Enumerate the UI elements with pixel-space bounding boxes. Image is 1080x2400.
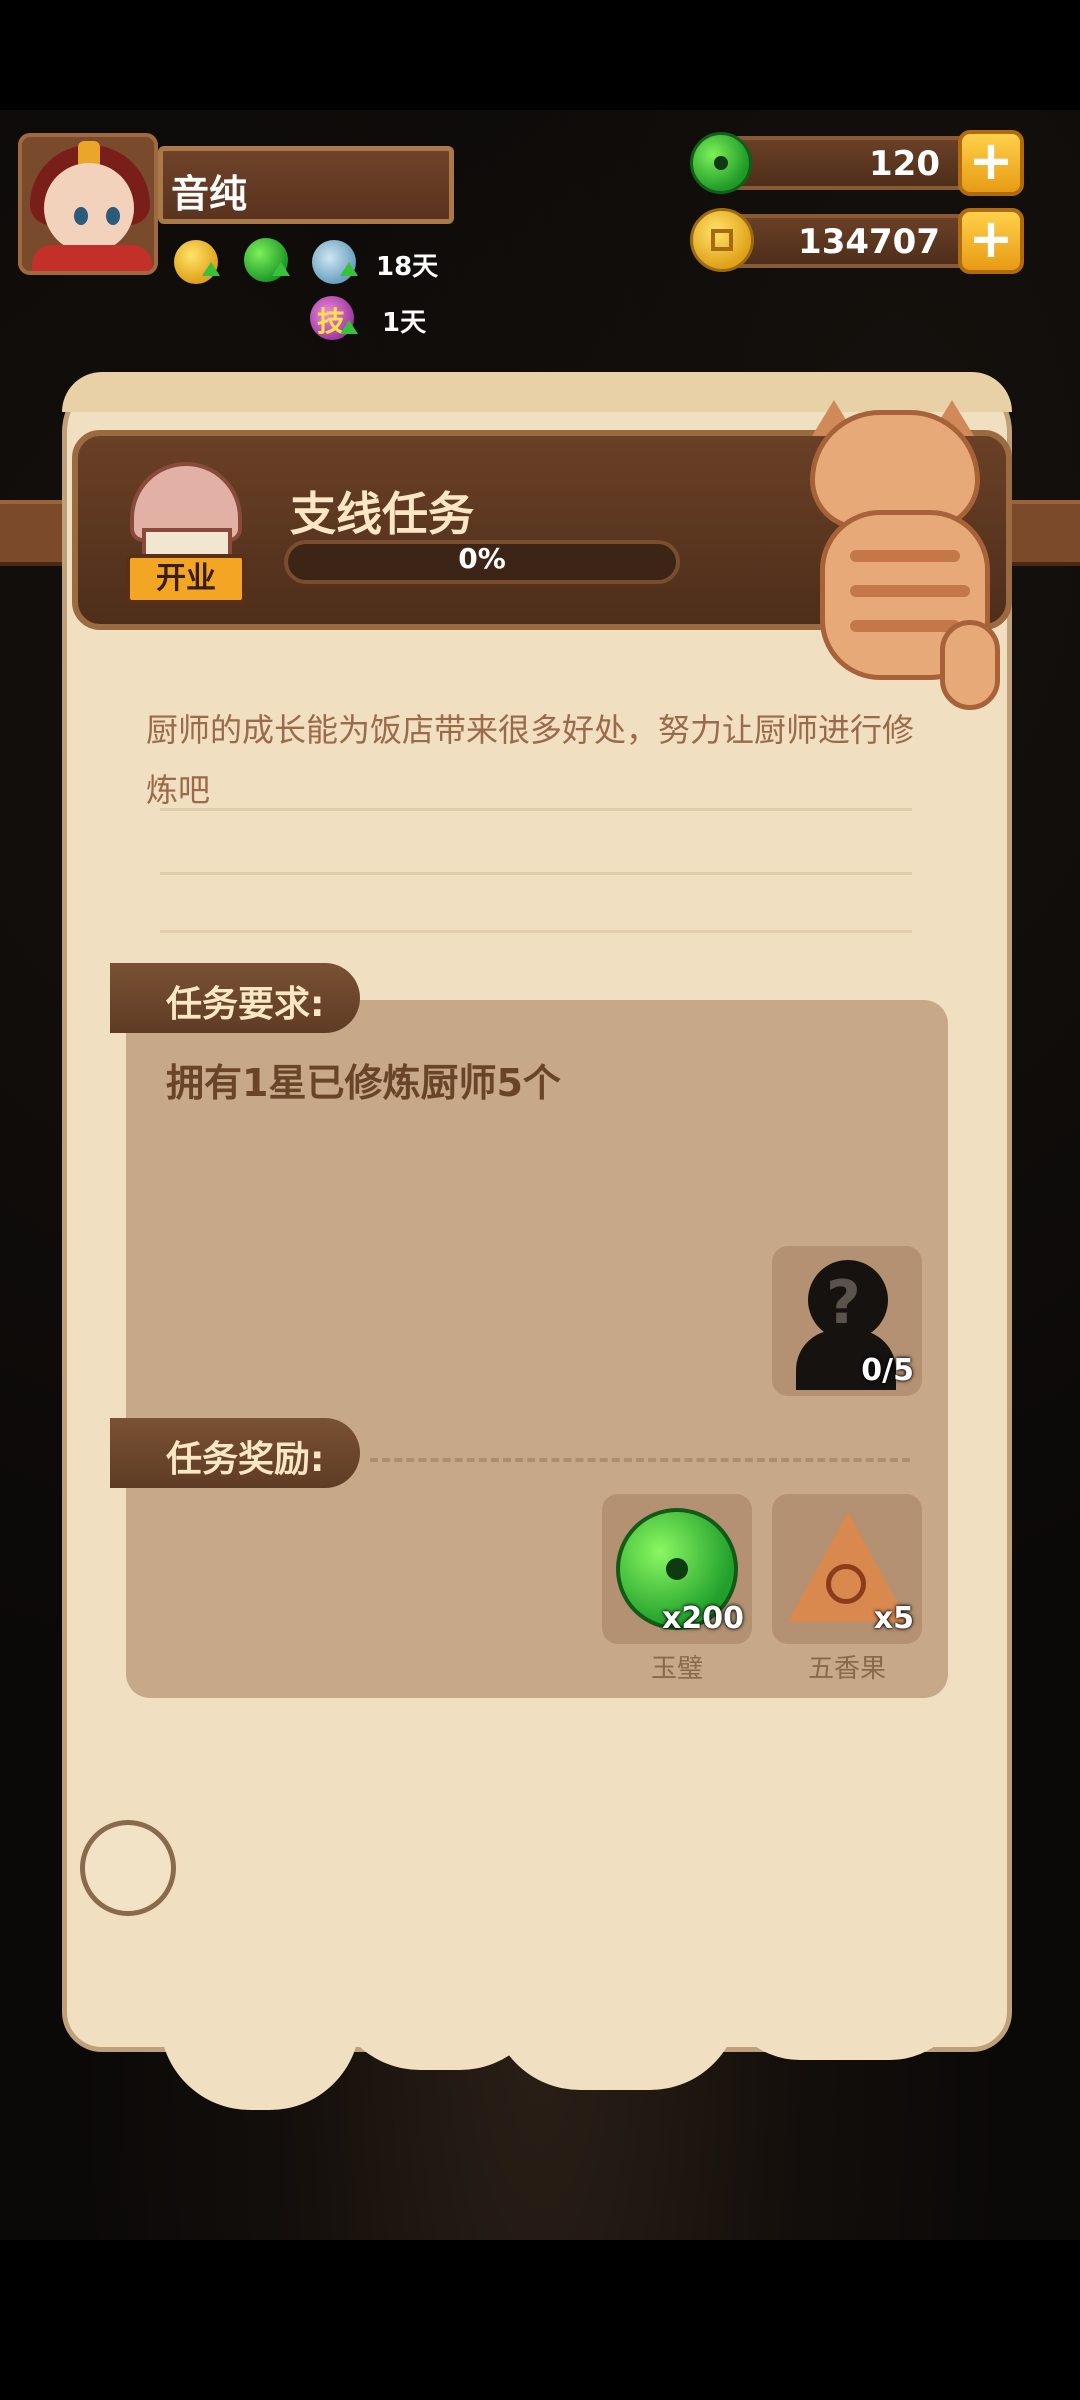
jade-amount: 120 [869,144,940,184]
restaurant-shop-icon: 开业 [118,458,258,608]
player-avatar[interactable] [18,133,158,275]
notebook-line [160,872,912,875]
reward-section-tab: 任务奖励: [110,1418,360,1488]
requirement-heading: 任务要求: [166,984,325,1025]
cat-mascot [790,400,1020,710]
reward-heading: 任务奖励: [166,1439,325,1480]
cat-tail [940,620,1000,710]
jade-icon [690,132,752,194]
add-gold-button[interactable]: + [958,208,1024,274]
game-screen: 音纯 18天 技 1天 120 + 134707 + 开业 支线任务 0% 厨师… [0,0,1080,2400]
task-description: 厨师的成长能为饭店带来很多好处，努力让厨师进行修炼吧 [146,711,915,809]
reward-name: 玉璧 [650,1654,703,1684]
required-chef-count: 0/5 [861,1353,914,1388]
add-jade-button[interactable]: + [958,130,1024,196]
task-progress-text: 0% [458,542,506,575]
avatar-face [44,163,134,253]
avatar-eye [74,207,88,225]
buff-up-arrow-icon [272,262,290,276]
player-name-plate: 音纯 [158,146,454,224]
requirement-section-tab: 任务要求: [110,963,360,1033]
gold-amount: 134707 [798,222,940,262]
skill-buff-duration: 1天 [382,308,427,338]
cat-stripe [850,550,960,562]
notebook-line [160,930,912,933]
cat-stripe [850,620,960,632]
avatar-eye [106,207,120,225]
avatar-robe [32,245,152,271]
reward-slot-jade[interactable]: x200 [602,1494,752,1644]
reward-slot-five-spice-fruit[interactable]: x5 [772,1494,922,1644]
buff-up-arrow-icon [340,320,358,334]
reward-count: x5 [873,1601,914,1636]
question-mark-icon: ? [826,1268,861,1338]
buff-up-arrow-icon [202,262,220,276]
notebook-line [160,808,912,811]
required-chef-slot[interactable]: ? 0/5 [772,1246,922,1396]
task-title: 支线任务 [290,487,474,541]
gold-coin-icon [690,208,754,272]
reward-name: 五香果 [807,1654,886,1684]
fruit-swirl-mark [826,1564,866,1604]
dish-buff-duration: 18天 [376,252,439,282]
requirement-text: 拥有1星已修炼厨师5个 [166,1061,561,1105]
buff-up-arrow-icon [340,262,358,276]
cat-stripe [850,585,970,597]
shop-open-sign: 开业 [126,554,246,604]
player-name: 音纯 [171,172,248,216]
reward-divider [370,1458,910,1462]
reward-count: x200 [662,1601,744,1636]
scroll-knob [80,1820,176,1916]
